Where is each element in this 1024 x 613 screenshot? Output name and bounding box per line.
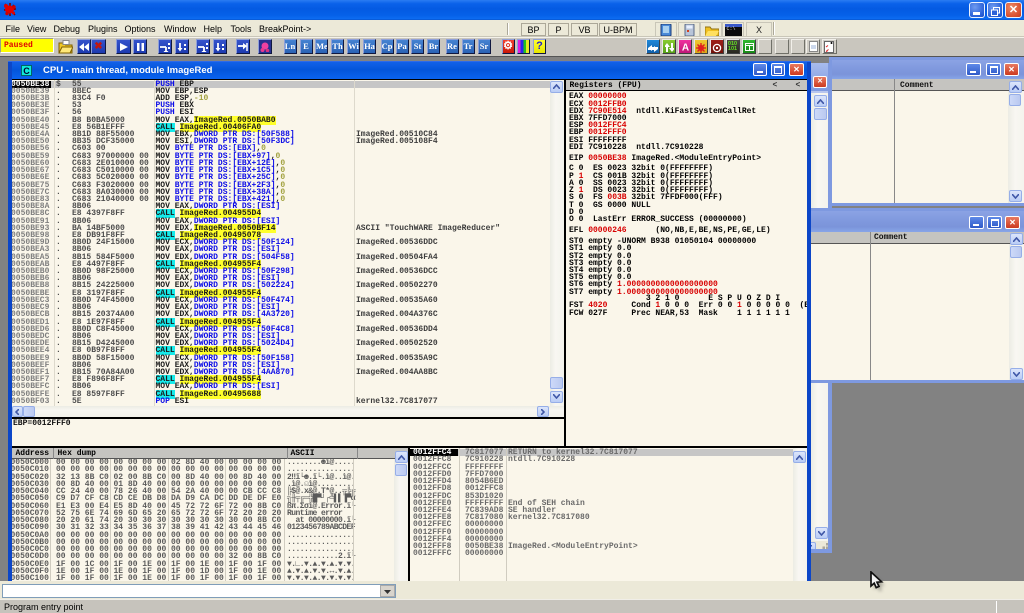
- svg-text:A: A: [681, 43, 688, 53]
